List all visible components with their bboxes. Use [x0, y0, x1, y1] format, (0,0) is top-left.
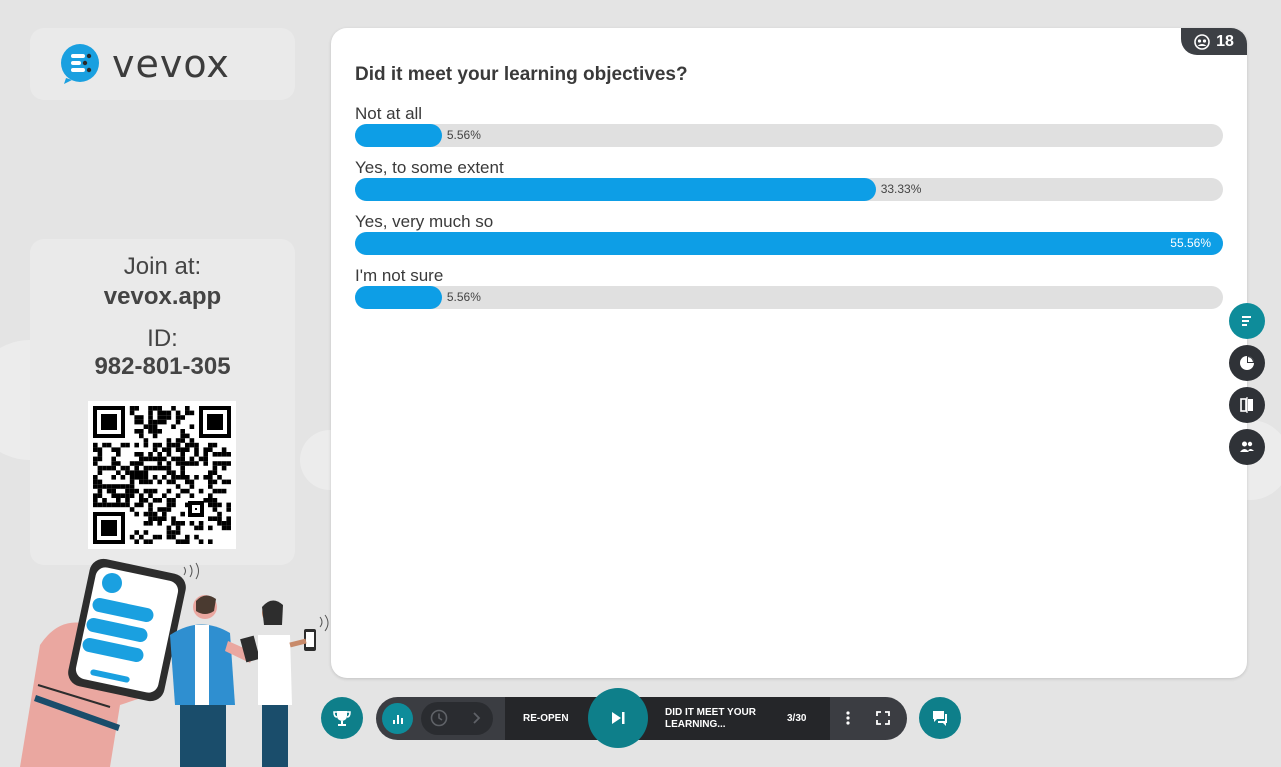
poll-option: Yes, to some extent 33.33%	[355, 158, 1223, 201]
results-toggle-button[interactable]	[382, 703, 413, 734]
skip-next-icon	[612, 712, 625, 724]
result-bar-fill	[355, 178, 876, 201]
compare-icon	[1240, 397, 1253, 413]
compare-view-button[interactable]	[1229, 387, 1265, 423]
current-question-label: DID IT MEET YOUR LEARNING...	[665, 707, 756, 730]
poll-option: Yes, very much so 55.56%	[355, 212, 1223, 255]
option-percent: 5.56%	[446, 290, 481, 304]
option-label: I'm not sure	[355, 266, 444, 285]
result-bar-fill	[355, 232, 1223, 255]
result-bar-track: 55.56%	[355, 232, 1223, 255]
results-panel: 18 Did it meet your learning objectives?…	[331, 28, 1247, 678]
result-bar-track: 5.56%	[355, 124, 1223, 147]
logo-card: vevox	[30, 28, 295, 100]
logo-text: vevox	[112, 42, 230, 86]
qr-code	[88, 401, 236, 549]
leaderboard-button[interactable]	[321, 697, 363, 739]
trophy-icon	[333, 711, 351, 726]
pie-chart-icon	[1240, 356, 1254, 370]
poll-option: I'm not sure 5.56%	[355, 266, 1223, 309]
option-percent: 55.56%	[1170, 236, 1211, 250]
timer-group	[421, 702, 493, 735]
pie-view-button[interactable]	[1229, 345, 1265, 381]
bar-view-button[interactable]	[1229, 303, 1265, 339]
people-count-icon	[1194, 33, 1210, 50]
more-vertical-icon[interactable]	[839, 709, 857, 727]
option-label: Yes, to some extent	[355, 158, 504, 177]
bars-icon	[392, 714, 403, 724]
question-position: 3/30	[787, 713, 807, 724]
vevox-logo-icon	[61, 44, 99, 84]
reopen-button[interactable]: RE-OPEN	[523, 697, 569, 740]
chevron-right-icon[interactable]	[467, 709, 485, 727]
join-url: vevox.app	[103, 283, 222, 310]
option-label: Not at all	[355, 104, 423, 123]
join-label: Join at:	[123, 253, 202, 280]
poll-option: Not at all 5.56%	[355, 104, 1223, 147]
response-count-badge: 18	[1181, 28, 1247, 55]
result-bar-track: 5.56%	[355, 286, 1223, 309]
fullscreen-icon[interactable]	[874, 709, 892, 727]
question-title: Did it meet your learning objectives?	[355, 64, 688, 85]
result-bar-fill	[355, 286, 442, 309]
option-percent: 5.56%	[446, 128, 481, 142]
next-question-button[interactable]	[588, 688, 648, 748]
option-percent: 33.33%	[880, 182, 922, 196]
result-bar-track: 33.33%	[355, 178, 1223, 201]
chat-icon	[933, 711, 947, 726]
session-id-label: ID:	[147, 325, 178, 352]
bar-chart-list-icon	[1242, 316, 1251, 326]
clock-icon[interactable]	[429, 708, 449, 728]
result-bar-fill	[355, 124, 442, 147]
session-id-value: 982-801-305	[94, 353, 231, 380]
join-card: Join at: vevox.app ID: 982-801-305	[30, 239, 295, 565]
people-icon	[1240, 441, 1254, 452]
option-label: Yes, very much so	[355, 212, 494, 231]
messages-button[interactable]	[919, 697, 961, 739]
people-illustration	[20, 558, 329, 767]
participants-button[interactable]	[1229, 429, 1265, 465]
response-count: 18	[1216, 32, 1234, 50]
